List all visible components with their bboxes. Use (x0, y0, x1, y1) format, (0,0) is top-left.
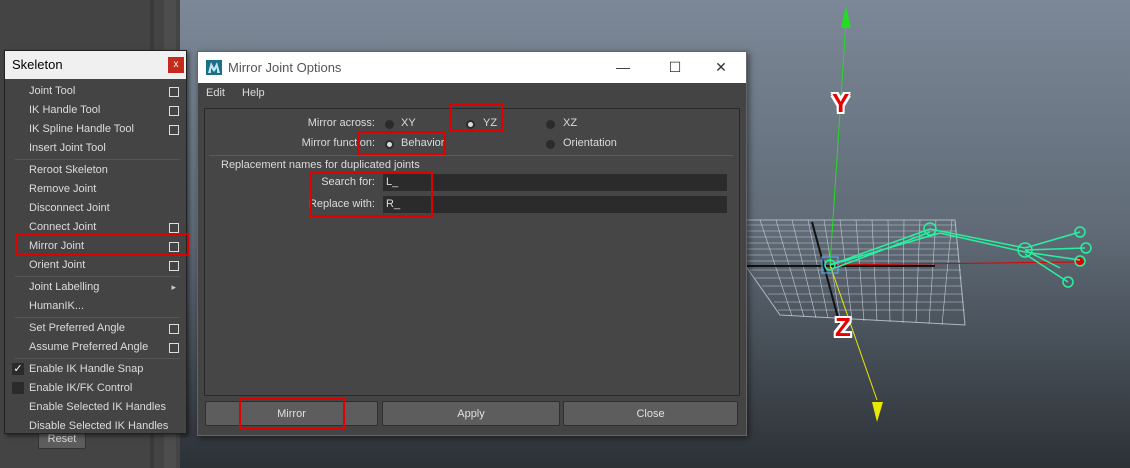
menu-edit[interactable]: Edit (206, 87, 225, 99)
option-box-icon[interactable] (169, 242, 179, 252)
mirror-button[interactable]: Mirror (205, 401, 378, 426)
maya-logo-icon (206, 60, 222, 75)
menu-item-enable-ikfk-control[interactable]: Enable IK/FK Control (5, 379, 186, 398)
menu-item-label: Remove Joint (29, 183, 97, 195)
search-for-input[interactable]: L_ (383, 174, 727, 191)
apply-button[interactable]: Apply (382, 401, 560, 426)
menu-item-label: Reroot Skeleton (29, 164, 108, 176)
menu-item-orient-joint[interactable]: Orient Joint (5, 256, 186, 275)
menu-item-reroot-skeleton[interactable]: Reroot Skeleton (5, 161, 186, 180)
minimize-icon[interactable]: — (600, 52, 646, 83)
dialog-menubar: Edit Help (198, 83, 746, 103)
radio-xy[interactable] (385, 120, 394, 129)
option-box-icon[interactable] (169, 223, 179, 233)
menu-divider (15, 317, 180, 318)
y-axis-label: Y (832, 88, 850, 118)
options-panel: Mirror across: XY YZ XZ Mirror function:… (204, 103, 740, 396)
menu-item-label: Assume Preferred Angle (29, 341, 149, 353)
radio-orientation-label: Orientation (563, 137, 617, 149)
option-box-icon[interactable] (169, 343, 179, 353)
menu-item-label: Insert Joint Tool (29, 142, 106, 154)
menu-item-joint-tool[interactable]: Joint Tool (5, 82, 186, 101)
menu-item-insert-joint-tool[interactable]: Insert Joint Tool (5, 139, 186, 158)
menu-item-connect-joint[interactable]: Connect Joint (5, 218, 186, 237)
replace-with-label: Replace with: (308, 198, 375, 210)
skeleton-menu-title: Skeleton (12, 57, 63, 72)
mirror-function-label: Mirror function: (301, 137, 375, 149)
menu-item-enable-selected-ik-handles[interactable]: Enable Selected IK Handles (5, 398, 186, 417)
menu-item-ik-handle-tool[interactable]: IK Handle Tool (5, 101, 186, 120)
menu-divider (15, 358, 180, 359)
dialog-title: Mirror Joint Options (228, 60, 342, 75)
option-box-icon[interactable] (169, 324, 179, 334)
section-divider (209, 155, 733, 156)
mirror-across-label: Mirror across: (307, 117, 375, 129)
option-box-icon[interactable] (169, 106, 179, 116)
menu-item-label: Disconnect Joint (29, 202, 110, 214)
radio-behavior-label: Behavior (401, 137, 445, 149)
radio-yz[interactable] (466, 120, 475, 129)
menu-item-remove-joint[interactable]: Remove Joint (5, 180, 186, 199)
menu-divider (15, 276, 180, 277)
menu-help[interactable]: Help (242, 87, 265, 99)
menu-item-label: Connect Joint (29, 221, 97, 233)
menu-item-label: Enable IK/FK Control (29, 382, 133, 394)
radio-xy-label: XY (401, 117, 416, 129)
replacement-names-header: Replacement names for duplicated joints (221, 159, 420, 171)
menu-divider (15, 159, 180, 160)
skeleton-menu-titlebar[interactable]: Skeleton x (5, 51, 186, 79)
radio-orientation[interactable] (546, 140, 555, 149)
menu-item-set-preferred-angle[interactable]: Set Preferred Angle (5, 319, 186, 338)
option-box-icon[interactable] (169, 261, 179, 271)
radio-behavior[interactable] (385, 140, 394, 149)
menu-item-label: Enable Selected IK Handles (29, 401, 166, 413)
option-box-icon[interactable] (169, 87, 179, 97)
menu-item-disable-selected-ik-handles[interactable]: Disable Selected IK Handles (5, 417, 186, 436)
radio-yz-label: YZ (483, 117, 498, 129)
menu-item-assume-preferred-angle[interactable]: Assume Preferred Angle (5, 338, 186, 357)
menu-item-label: IK Handle Tool (29, 104, 101, 116)
menu-item-label: HumanIK... (29, 300, 85, 312)
checkmark-icon[interactable]: ✓ (12, 363, 24, 375)
option-box-icon[interactable] (169, 125, 179, 135)
mirror-joint-options-dialog: Mirror Joint Options — ☐ ✕ Edit Help Mir… (197, 51, 747, 436)
menu-item-humanik[interactable]: HumanIK... (5, 297, 186, 316)
menu-item-label: IK Spline Handle Tool (29, 123, 134, 135)
radio-xz[interactable] (546, 120, 555, 129)
menu-item-label: Mirror Joint (29, 240, 85, 252)
menu-item-ik-spline-handle-tool[interactable]: IK Spline Handle Tool (5, 120, 186, 139)
menu-item-mirror-joint[interactable]: Mirror Joint (5, 237, 186, 256)
menu-item-disconnect-joint[interactable]: Disconnect Joint (5, 199, 186, 218)
close-icon[interactable]: x (168, 57, 184, 73)
menu-item-label: Joint Labelling (29, 281, 100, 293)
menu-item-label: Set Preferred Angle (29, 322, 126, 334)
submenu-arrow-icon: ▸ (171, 282, 176, 292)
menu-item-enable-ik-handle-snap[interactable]: ✓ Enable IK Handle Snap (5, 360, 186, 379)
z-axis-label: Z (835, 312, 851, 342)
menu-item-label: Disable Selected IK Handles (29, 420, 169, 432)
search-for-label: Search for: (321, 176, 375, 188)
close-button[interactable]: Close (563, 401, 738, 426)
menu-item-label: Enable IK Handle Snap (29, 363, 144, 375)
radio-xz-label: XZ (563, 117, 578, 129)
checkbox-empty-icon[interactable] (12, 382, 24, 394)
menu-item-label: Joint Tool (29, 85, 76, 97)
menu-item-label: Orient Joint (29, 259, 86, 271)
skeleton-menu: Skeleton x Joint Tool IK Handle Tool IK … (4, 50, 189, 436)
menu-item-joint-labelling[interactable]: Joint Labelling ▸ (5, 278, 186, 297)
maximize-icon[interactable]: ☐ (652, 52, 698, 83)
window-close-icon[interactable]: ✕ (698, 52, 744, 83)
dialog-titlebar[interactable]: Mirror Joint Options — ☐ ✕ (198, 52, 746, 83)
replace-with-input[interactable]: R_ (383, 196, 727, 213)
